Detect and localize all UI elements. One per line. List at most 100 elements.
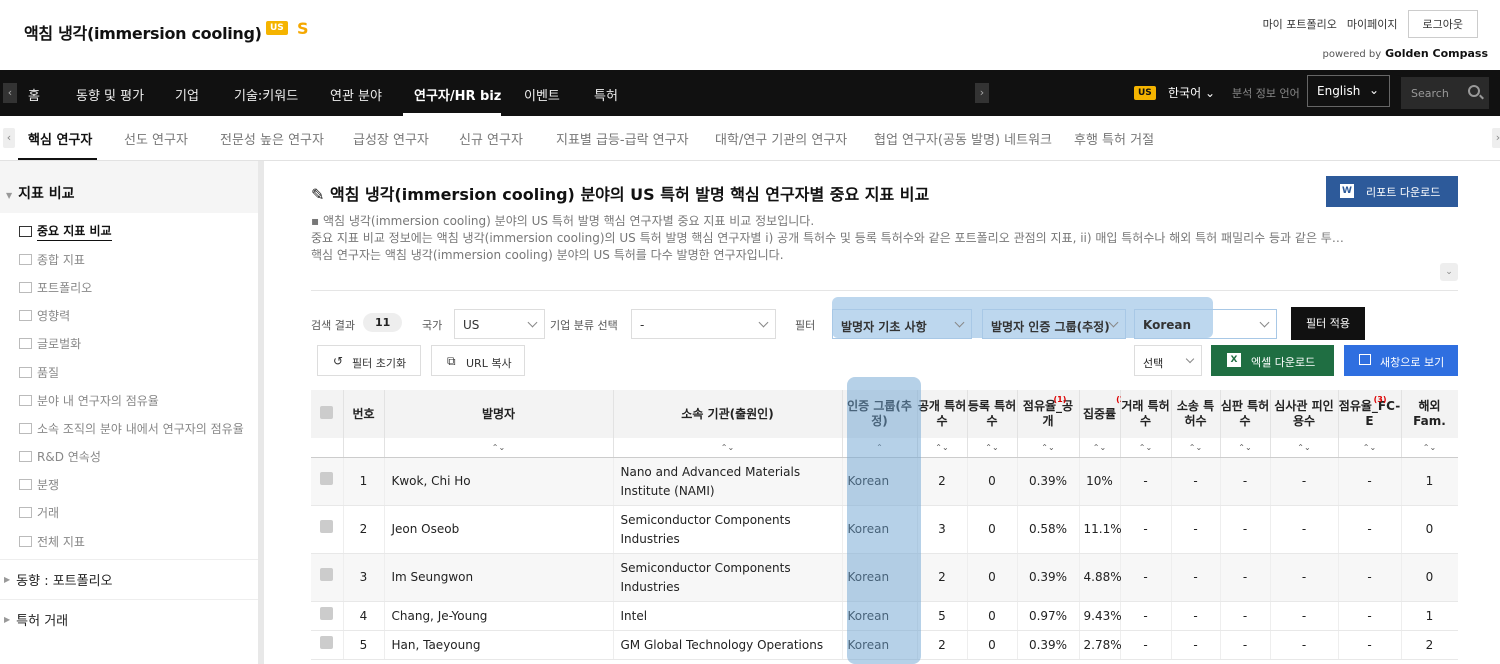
sidebar-item-quality[interactable]: 품질 — [0, 358, 261, 386]
table-row[interactable]: 3Im SeungwonSemiconductor Components Ind… — [311, 554, 1458, 602]
col-header-share-public[interactable]: 점유율_공개(1) — [1017, 390, 1079, 438]
nav-next-icon[interactable]: › — [975, 83, 989, 103]
my-portfolio-link[interactable]: 마이 포트폴리오 — [1263, 16, 1337, 32]
col-header-concentration[interactable]: 집중률(2) — [1079, 390, 1120, 438]
mypage-link[interactable]: 마이페이지 — [1347, 16, 1398, 32]
search-input[interactable]: Search — [1401, 77, 1489, 109]
col-header-public[interactable]: 공개 특허수 — [917, 390, 967, 438]
language-selector[interactable]: 한국어 ⌄ — [1168, 84, 1215, 101]
subtab-next-icon[interactable]: › — [1492, 128, 1500, 148]
tab-rising-researcher[interactable]: 급성장 연구자 — [353, 129, 429, 148]
cell-inventor[interactable]: Chang, Je-Young — [384, 602, 613, 631]
tab-core-researcher[interactable]: 핵심 연구자 — [28, 129, 92, 148]
checkbox-icon[interactable] — [320, 406, 333, 419]
sidebar-item-dispute[interactable]: 분쟁 — [0, 471, 261, 499]
sidebar-item-impact[interactable]: 영향력 — [0, 302, 261, 330]
sidebar-section-trend[interactable]: ▶동향 : 포트폴리오 — [0, 559, 261, 599]
select-all-header[interactable] — [311, 390, 343, 438]
country-select[interactable]: US — [454, 309, 545, 339]
tab-rejection[interactable]: 후행 특허 거절 — [1074, 129, 1154, 148]
reset-filter-button[interactable]: ↺필터 초기화 — [317, 345, 421, 376]
filter-group-select[interactable]: 발명자 인증 그룹(추정) — [982, 309, 1126, 339]
col-header-foreign-fam[interactable]: 해외 Fam. — [1401, 390, 1458, 438]
tab-expert-researcher[interactable]: 전문성 높은 연구자 — [220, 129, 324, 148]
sort-icon[interactable]: ⌃⌄ — [917, 438, 967, 458]
copy-url-button[interactable]: ⧉URL 복사 — [431, 345, 525, 376]
col-header-trial[interactable]: 심판 특허수 — [1220, 390, 1270, 438]
excel-download-button[interactable]: X엑셀 다운로드 — [1211, 345, 1334, 376]
nav-item-trends[interactable]: 동향 및 평가 — [76, 85, 144, 104]
col-header-inventor[interactable]: 발명자 — [384, 390, 613, 438]
row-select-cell[interactable] — [311, 602, 343, 631]
sort-icon[interactable]: ⌃⌄ — [1079, 438, 1120, 458]
sort-icon[interactable]: ⌃⌄ — [1338, 438, 1401, 458]
new-window-button[interactable]: 새창으로 보기 — [1344, 345, 1458, 376]
cell-inventor[interactable]: Jeon Oseob — [384, 506, 613, 554]
cell-inventor[interactable]: Kwok, Chi Ho — [384, 458, 613, 506]
row-select-cell[interactable] — [311, 554, 343, 602]
table-row[interactable]: 2Jeon OseobSemiconductor Components Indu… — [311, 506, 1458, 554]
sidebar-section-patent-trade[interactable]: ▶특허 거래 — [0, 599, 261, 639]
checkbox-icon[interactable] — [320, 607, 333, 620]
checkbox-icon[interactable] — [320, 568, 333, 581]
sidebar-item-org-share[interactable]: 소속 조직의 분야 내에서 연구자의 점유율 — [0, 414, 261, 442]
checkbox-icon[interactable] — [320, 472, 333, 485]
choose-select[interactable]: 선택 — [1134, 345, 1202, 376]
sort-icon[interactable]: ⌃⌄ — [1270, 438, 1338, 458]
nav-item-event[interactable]: 이벤트 — [524, 85, 560, 104]
report-download-button[interactable]: W리포트 다운로드 — [1326, 176, 1458, 207]
table-row[interactable]: 1Kwok, Chi HoNano and Advanced Materials… — [311, 458, 1458, 506]
tab-indicator-change[interactable]: 지표별 급등-급락 연구자 — [556, 129, 689, 148]
nav-item-company[interactable]: 기업 — [175, 85, 199, 104]
sidebar-item-key-indicators[interactable]: 중요 지표 비교 — [0, 217, 261, 245]
sort-icon[interactable]: ⌃⌄ — [1017, 438, 1079, 458]
col-header-share-fce[interactable]: 점유율_FC-E(3) — [1338, 390, 1401, 438]
sidebar-item-global[interactable]: 글로벌화 — [0, 330, 261, 358]
sort-icon[interactable]: ⌃⌄ — [384, 438, 613, 458]
nav-item-keyword[interactable]: 기술:키워드 — [234, 85, 298, 104]
col-header-org[interactable]: 소속 기관(출원인) — [613, 390, 842, 438]
sidebar-item-all[interactable]: 전체 지표 — [0, 527, 261, 555]
col-header-no[interactable]: 번호 — [343, 390, 384, 438]
sidebar-scrollbar[interactable] — [258, 161, 264, 664]
col-header-cert-group[interactable]: 인증 그룹(추정) — [842, 390, 917, 438]
cell-inventor[interactable]: Han, Taeyoung — [384, 631, 613, 660]
nav-item-related[interactable]: 연관 분야 — [330, 85, 382, 104]
cell-inventor[interactable]: Im Seungwon — [384, 554, 613, 602]
col-header-trade[interactable]: 거래 특허수 — [1120, 390, 1171, 438]
sort-asc-icon[interactable]: ⌃ — [842, 438, 917, 458]
sidebar-item-share[interactable]: 분야 내 연구자의 점유율 — [0, 386, 261, 414]
checkbox-icon[interactable] — [320, 520, 333, 533]
tab-leading-researcher[interactable]: 선도 연구자 — [124, 129, 188, 148]
apply-filter-button[interactable]: 필터 적용 — [1291, 307, 1365, 340]
company-class-select[interactable]: - — [631, 309, 776, 339]
subtab-prev-icon[interactable]: ‹ — [3, 128, 15, 148]
col-header-registered[interactable]: 등록 특허수 — [967, 390, 1017, 438]
sidebar-item-trade[interactable]: 거래 — [0, 499, 261, 527]
row-select-cell[interactable] — [311, 458, 343, 506]
nav-item-researcher[interactable]: 연구자/HR biz — [414, 85, 501, 104]
logout-button[interactable]: 로그아웃 — [1408, 10, 1478, 38]
sidebar-item-overall[interactable]: 종합 지표 — [0, 245, 261, 273]
table-row[interactable]: 4Chang, Je-YoungIntelKorean500.97%9.43%-… — [311, 602, 1458, 631]
row-select-cell[interactable] — [311, 506, 343, 554]
tab-collab-network[interactable]: 협업 연구자(공동 발명) 네트워크 — [874, 129, 1052, 148]
sidebar-section-compare[interactable]: ▼지표 비교 — [0, 161, 261, 213]
sort-icon[interactable]: ⌃⌄ — [613, 438, 842, 458]
sort-icon[interactable]: ⌃⌄ — [1120, 438, 1171, 458]
search-icon[interactable] — [1468, 85, 1480, 97]
sidebar-item-portfolio[interactable]: 포트폴리오 — [0, 273, 261, 301]
sort-icon[interactable]: ⌃⌄ — [1171, 438, 1220, 458]
checkbox-icon[interactable] — [320, 636, 333, 649]
tab-new-researcher[interactable]: 신규 연구자 — [459, 129, 523, 148]
sort-icon[interactable]: ⌃⌄ — [1220, 438, 1270, 458]
analysis-lang-select[interactable]: English⌄ — [1307, 75, 1390, 107]
nav-item-home[interactable]: 홈 — [28, 85, 40, 104]
sort-icon[interactable]: ⌃⌄ — [1401, 438, 1458, 458]
nav-prev-icon[interactable]: ‹ — [3, 83, 17, 103]
filter-basic-select[interactable]: 발명자 기초 사항 — [832, 309, 972, 339]
tab-univ-researcher[interactable]: 대학/연구 기관의 연구자 — [715, 129, 847, 148]
nav-item-patent[interactable]: 특허 — [594, 85, 618, 104]
sort-icon[interactable]: ⌃⌄ — [967, 438, 1017, 458]
sidebar-item-rd[interactable]: R&D 연속성 — [0, 443, 261, 471]
